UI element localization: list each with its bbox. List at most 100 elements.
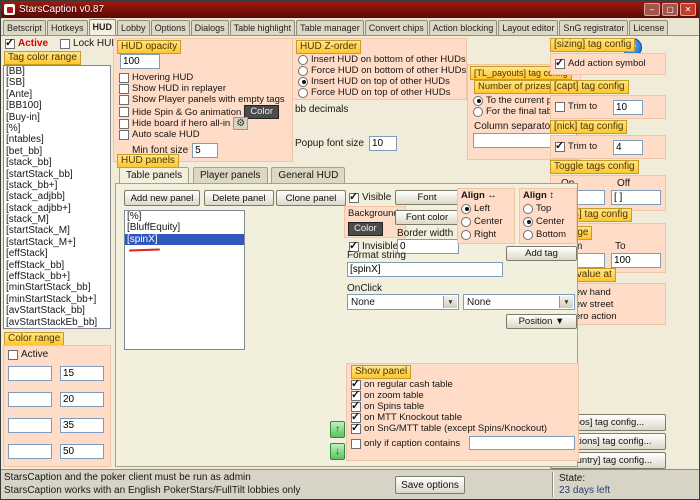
hud-active-checkbox[interactable]: Active [5,36,48,49]
onhover-select[interactable]: None ▼ [463,294,575,310]
color-range-to-input[interactable] [60,392,104,407]
payouts-final-table-radio[interactable]: For the final table [473,106,559,117]
save-options-button[interactable]: Save options [395,476,465,494]
tag-list-item[interactable]: [stack_bb] [4,157,110,168]
onclick-select[interactable]: None ▼ [347,294,459,310]
clone-panel-button[interactable]: Clone panel [276,190,346,206]
font-color-button[interactable]: Font color [395,210,459,225]
show-on-spins-checkbox[interactable]: on Spins table [351,399,424,412]
font-button[interactable]: Font [395,190,459,205]
tag-list-item[interactable]: [Buy-in] [4,112,110,123]
tag-list-item[interactable]: [effStack_bb+] [4,271,110,282]
tab-player-panels[interactable]: Player panels [192,167,268,183]
tag-list-item[interactable]: [startStack_M] [4,225,110,236]
capt-trim-checkbox[interactable]: Trim to [555,101,597,112]
lock-hud-checkbox[interactable]: Lock HUD [60,38,119,49]
only-if-caption-contains-checkbox[interactable]: only if caption contains [351,438,460,449]
tag-list-item[interactable]: [BB] [4,66,110,77]
tab-hud[interactable]: HUD [88,19,117,35]
tag-list-item[interactable]: [stack_bb+] [4,180,110,191]
spin-go-color-button[interactable]: Color [244,105,280,119]
tab-betscript[interactable]: Betscript [3,20,47,35]
tag-list-item[interactable]: [startStack_M+] [4,237,110,248]
add-action-symbol-checkbox[interactable]: Add action symbol [555,56,646,69]
hud-opacity-input[interactable] [120,54,160,69]
color-range-from-input[interactable] [8,366,52,381]
close-icon[interactable]: ✕ [680,3,696,16]
tag-color-range-list[interactable]: [BB] [SB] [Ante] [BB100] [Buy-in] [%] [n… [3,65,111,329]
hovering-hud-checkbox[interactable]: Hovering HUD [119,72,193,83]
position-button[interactable]: Position ▼ [506,314,577,329]
tag-list-item[interactable]: [minStartStack_bb] [4,282,110,293]
tag-list-item[interactable]: [%] [4,123,110,134]
align-v-top-radio[interactable]: Top [523,203,551,214]
show-hud-replayer-checkbox[interactable]: Show HUD in replayer [119,83,226,94]
rng-to-input[interactable] [611,253,661,268]
align-v-center-radio[interactable]: Center [523,216,565,227]
show-on-mtt-knockout-checkbox[interactable]: on MTT Knockout table [351,410,462,423]
tag-list-item[interactable]: [ntables] [4,134,110,145]
caption-contains-input[interactable] [469,436,575,450]
move-up-button[interactable]: ↑ [330,421,345,438]
align-h-right-radio[interactable]: Right [461,229,496,240]
capt-trim-input[interactable] [613,100,643,115]
tag-list-item[interactable]: [stack_adjbb] [4,191,110,202]
tab-table-highlight[interactable]: Table highlight [229,20,296,35]
tag-list-item[interactable]: [bet_bb] [4,146,110,157]
nick-trim-checkbox[interactable]: Trim to [555,139,597,152]
hide-spin-go-checkbox[interactable]: Hide Spin & Go animation [119,107,241,118]
tab-action-blocking[interactable]: Action blocking [428,20,498,35]
add-new-panel-button[interactable]: Add new panel [124,190,200,206]
show-on-sng-mtt-checkbox[interactable]: on SnG/MTT table (except Spins/Knockout) [351,421,547,434]
tag-list-item[interactable]: [effStack_bb] [4,260,110,271]
show-on-zoom-checkbox[interactable]: on zoom table [351,388,424,401]
show-empty-tags-checkbox[interactable]: Show Player panels with empty tags [119,94,285,105]
tag-list-item[interactable]: [SB] [4,77,110,88]
maximize-icon[interactable]: ▢ [662,3,678,16]
tab-sng-registrator[interactable]: SnG registrator [559,20,629,35]
show-on-regular-cash-checkbox[interactable]: on regular cash table [351,377,453,390]
tab-table-manager[interactable]: Table manager [296,20,364,35]
tag-list-item[interactable]: [avStartStack_bb] [4,305,110,316]
tab-convert-chips[interactable]: Convert chips [364,20,428,35]
tab-general-hud[interactable]: General HUD [271,167,346,183]
add-tag-button[interactable]: Add tag [506,246,577,261]
hide-board-checkbox[interactable]: Hide board if hero all-in [119,118,230,129]
panel-list-item[interactable]: [%] [125,211,244,222]
tab-lobby[interactable]: Lobby [117,20,150,35]
align-h-center-radio[interactable]: Center [461,216,503,227]
background-color-button[interactable]: Color [348,222,383,236]
align-v-bottom-radio[interactable]: Bottom [523,229,566,240]
tag-list-item[interactable]: [minStartStack_bb+] [4,294,110,305]
format-string-input[interactable] [347,262,503,277]
color-range-from-input[interactable] [8,392,52,407]
delete-panel-button[interactable]: Delete panel [204,190,274,206]
zorder-insert-bottom-radio[interactable]: Insert HUD on bottom of other HUDs [298,54,466,65]
tag-list-item[interactable]: [Ante] [4,89,110,100]
tag-list-item[interactable]: [BB100] [4,100,110,111]
tab-options[interactable]: Options [150,20,190,35]
zorder-insert-top-radio[interactable]: Insert HUD on top of other HUDs [298,76,450,87]
color-range-to-input[interactable] [60,418,104,433]
minimize-icon[interactable]: – [644,3,660,16]
move-down-button[interactable]: ↓ [330,443,345,460]
tab-dialogs[interactable]: Dialogs [190,20,229,35]
tag-list-item[interactable]: [startStack_bb] [4,169,110,180]
gear-icon[interactable]: ⚙ [233,117,249,130]
border-width-input[interactable] [397,239,459,254]
zorder-force-bottom-radio[interactable]: Force HUD on bottom of other HUDs [298,65,466,76]
tab-table-panels[interactable]: Table panels [119,167,190,183]
tag-list-item[interactable]: [avStartStackEb_bb] [4,317,110,328]
tag-list-item[interactable]: [stack_adjbb+] [4,203,110,214]
align-h-left-radio[interactable]: Left [461,203,490,214]
color-range-from-input[interactable] [8,418,52,433]
panel-list-item[interactable]: [BluffEquity] [125,222,244,233]
color-range-to-input[interactable] [60,444,104,459]
color-range-to-input[interactable] [60,366,104,381]
panel-list-item-selected[interactable]: [spinX] [125,233,244,246]
nick-trim-input[interactable] [613,140,643,155]
panel-visible-checkbox[interactable]: Visible [349,190,391,203]
tab-license[interactable]: License [629,20,669,35]
color-range-from-input[interactable] [8,444,52,459]
color-range-active-checkbox[interactable]: Active [8,349,48,360]
